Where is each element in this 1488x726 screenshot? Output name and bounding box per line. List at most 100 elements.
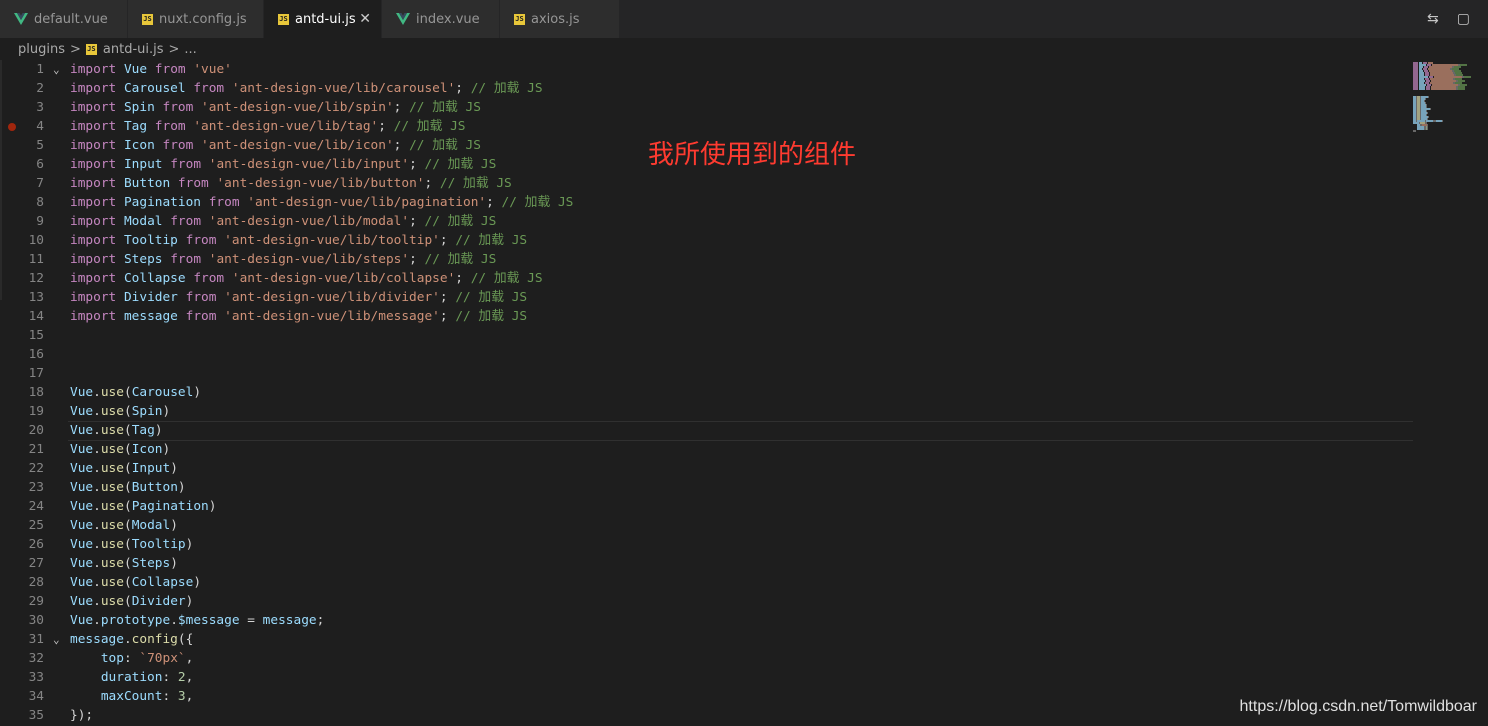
code-line[interactable]: 24 Vue.use(Pagination) (0, 497, 1410, 516)
code-token: ) (162, 442, 171, 457)
code-token: import (70, 271, 117, 286)
code-token: . (93, 556, 101, 571)
code-line[interactable]: 18 Vue.use(Carousel) (0, 383, 1410, 402)
code-token: ( (123, 423, 132, 438)
code-text: import Button from 'ant-design-vue/lib/b… (70, 174, 512, 193)
tab-index-vue[interactable]: index.vue (382, 0, 500, 38)
code-line[interactable]: 12 import Collapse from 'ant-design-vue/l… (0, 269, 1410, 288)
code-text: import Pagination from 'ant-design-vue/l… (70, 193, 573, 212)
line-number: 17 (28, 366, 44, 381)
code-token: // 加载 JS (455, 233, 528, 248)
tab-axios-js[interactable]: JS axios.js (500, 0, 620, 38)
code-line[interactable]: 1 ⌄ import Vue from 'vue' (0, 60, 1410, 79)
code-line[interactable]: 2 import Carousel from 'ant-design-vue/li… (0, 79, 1410, 98)
code-line[interactable]: 21 Vue.use(Icon) (0, 440, 1410, 459)
code-line[interactable]: 3 import Spin from 'ant-design-vue/lib/sp… (0, 98, 1410, 117)
code-text: Vue.use(Tag) (70, 421, 163, 440)
line-number: 16 (28, 347, 44, 362)
code-line[interactable]: 10 import Tooltip from 'ant-design-vue/li… (0, 231, 1410, 250)
watermark: https://blog.csdn.net/Tomwildboar (1239, 698, 1477, 715)
code-text: top: `70px`, (70, 649, 194, 668)
code-line[interactable]: 28 Vue.use(Collapse) (0, 573, 1410, 592)
more-actions-icon[interactable]: ▢ (1457, 11, 1470, 27)
code-token: ; (409, 157, 425, 172)
code-text: Vue.use(Spin) (70, 402, 170, 421)
code-token: Button (131, 480, 178, 495)
code-line[interactable]: 34 maxCount: 3, (0, 687, 1410, 706)
code-line[interactable]: 17 (0, 364, 1410, 383)
vue-icon (396, 13, 410, 25)
code-token: from (170, 214, 202, 229)
code-line[interactable]: 32 top: `70px`, (0, 649, 1410, 668)
code-token: 'ant-design-vue/lib/tag' (193, 119, 379, 134)
code-token: from (193, 271, 225, 286)
split-editor-icon[interactable]: ⇆ (1427, 11, 1439, 27)
code-line[interactable]: 31 ⌄ message.config({ (0, 630, 1410, 649)
minimap[interactable] (1413, 60, 1488, 726)
code-text: import Spin from 'ant-design-vue/lib/spi… (70, 98, 481, 117)
code-token: ( (123, 480, 132, 495)
code-token: // 加载 JS (409, 138, 481, 153)
code-token: , (185, 689, 194, 704)
code-token: Vue (70, 499, 94, 514)
breadcrumb-file[interactable]: antd-ui.js (103, 42, 164, 57)
code-token: import (70, 214, 117, 229)
red-annotation-text: 我所使用到的组件 (648, 140, 857, 170)
code-line[interactable]: 14 import message from 'ant-design-vue/li… (0, 307, 1410, 326)
code-line[interactable]: 26 Vue.use(Tooltip) (0, 535, 1410, 554)
breadcrumb-more[interactable]: ... (184, 42, 196, 57)
line-number: 12 (28, 271, 44, 286)
code-token: ; (409, 252, 425, 267)
code-line[interactable]: 23 Vue.use(Button) (0, 478, 1410, 497)
code-token: ) (170, 556, 178, 571)
code-token: Pagination (131, 499, 209, 514)
minimap-mark (1427, 128, 1428, 130)
fold-chevron-icon[interactable]: ⌄ (53, 60, 60, 79)
tab-default-vue[interactable]: default.vue (0, 0, 128, 38)
tab-antd-ui-js[interactable]: JS antd-ui.js ✕ (264, 0, 382, 38)
code-line[interactable]: 27 Vue.use(Steps) (0, 554, 1410, 573)
breadcrumb-folder[interactable]: plugins (18, 42, 65, 57)
code-line[interactable]: 19 Vue.use(Spin) (0, 402, 1410, 421)
code-line[interactable]: 7 import Button from 'ant-design-vue/lib/… (0, 174, 1410, 193)
code-token: . (93, 385, 101, 400)
code-line[interactable]: 11 import Steps from 'ant-design-vue/lib/… (0, 250, 1410, 269)
code-token: Input (123, 157, 163, 172)
code-line[interactable]: 30 Vue.prototype.$message = message; (0, 611, 1410, 630)
code-line[interactable]: 20 Vue.use(Tag) (0, 421, 1413, 441)
code-line[interactable]: 33 duration: 2, (0, 668, 1410, 687)
code-line[interactable]: 15 (0, 326, 1410, 345)
code-line[interactable]: 25 Vue.use(Modal) (0, 516, 1410, 535)
code-token: import (70, 100, 117, 115)
tab-nuxt-config-js[interactable]: JS nuxt.config.js (128, 0, 264, 38)
code-line[interactable]: 35}); (0, 706, 1410, 725)
minimap-mark (1419, 88, 1425, 90)
line-number: 22 (28, 461, 44, 476)
code-token: Spin (131, 404, 163, 419)
editor-actions: ⇆ ▢ (1427, 0, 1488, 38)
code-token: . (123, 632, 132, 647)
code-line[interactable]: 22 Vue.use(Input) (0, 459, 1410, 478)
code-line[interactable]: 8 import Pagination from 'ant-design-vue/… (0, 193, 1410, 212)
code-line[interactable]: 9 import Modal from 'ant-design-vue/lib/m… (0, 212, 1410, 231)
code-token: maxCount (100, 689, 163, 704)
tab-label: nuxt.config.js (159, 11, 247, 27)
minimap-mark (1442, 120, 1443, 122)
breadcrumb: plugins > JS antd-ui.js > ... (18, 38, 197, 60)
fold-chevron-icon[interactable]: ⌄ (53, 630, 60, 649)
code-line[interactable]: 13 import Divider from 'ant-design-vue/li… (0, 288, 1410, 307)
close-icon[interactable]: ✕ (359, 11, 371, 27)
code-line[interactable]: 29 Vue.use(Divider) (0, 592, 1410, 611)
code-token: Vue (70, 556, 94, 571)
code-token: 'ant-design-vue/lib/steps' (208, 252, 410, 267)
code-token: ( (123, 461, 132, 476)
code-token: ; (393, 100, 410, 115)
code-line[interactable]: 16 (0, 345, 1410, 364)
line-number: 1 (36, 62, 44, 77)
code-text: import Collapse from 'ant-design-vue/lib… (70, 269, 543, 288)
code-token: . (93, 537, 101, 552)
